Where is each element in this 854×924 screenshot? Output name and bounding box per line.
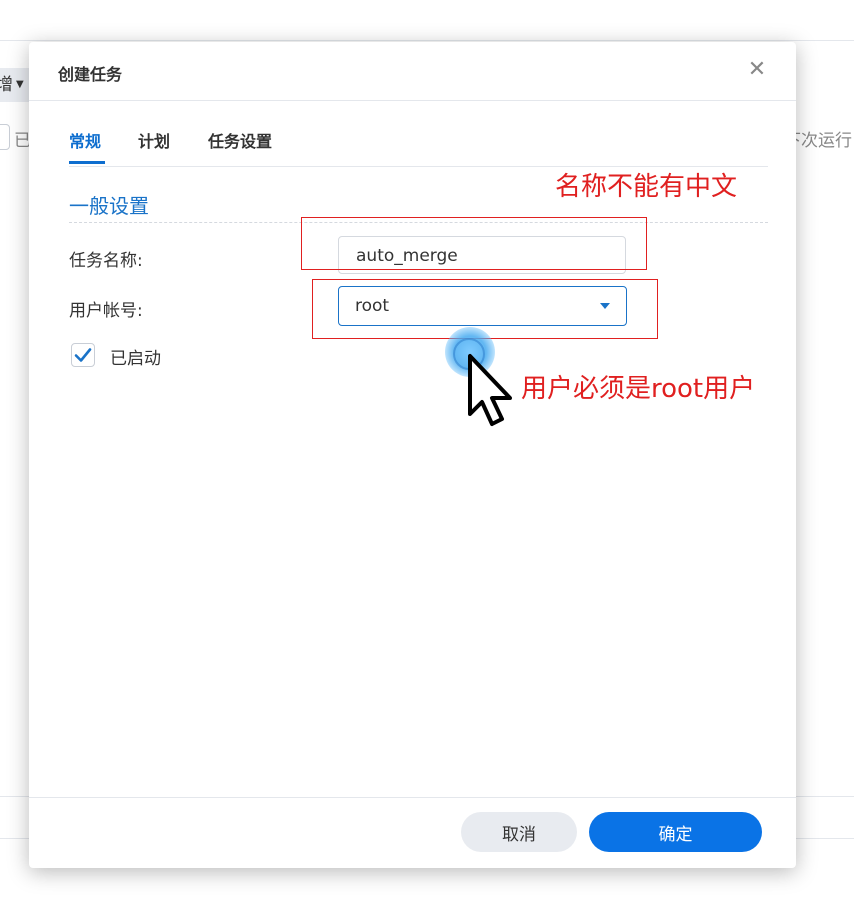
active-tab-indicator [69,161,105,164]
section-title: 一般设置 [69,194,149,218]
checkmark-icon [74,348,92,362]
tab-general[interactable]: 常规 [69,128,101,152]
background-divider [0,40,854,41]
annotation-box-task-name [301,217,647,270]
dialog-title: 创建任务 [58,65,123,84]
cancel-button[interactable]: 取消 [461,812,577,852]
chevron-down-icon: ▼ [16,79,24,90]
enabled-checkbox[interactable] [71,343,95,367]
tab-task-settings[interactable]: 任务设置 [208,128,272,152]
close-icon[interactable]: ✕ [744,57,770,83]
ok-button[interactable]: 确定 [589,812,762,852]
enabled-label: 已启动 [110,349,161,369]
dialog-header: 创建任务 ✕ [29,42,796,101]
annotation-name-note: 名称不能有中文 [555,172,738,202]
mouse-cursor-icon [468,354,512,426]
user-account-label: 用户帐号: [69,301,143,321]
task-name-label: 任务名称: [69,251,143,271]
dialog-footer: 取消 确定 [29,797,796,868]
annotation-box-user-account [312,279,658,339]
background-checkbox [0,124,10,150]
tab-schedule[interactable]: 计划 [138,128,170,152]
annotation-user-note: 用户必须是root用户 [521,374,756,404]
background-toolbar-text: 增 [0,75,13,95]
tab-bar: 常规 计划 任务设置 [69,128,768,167]
